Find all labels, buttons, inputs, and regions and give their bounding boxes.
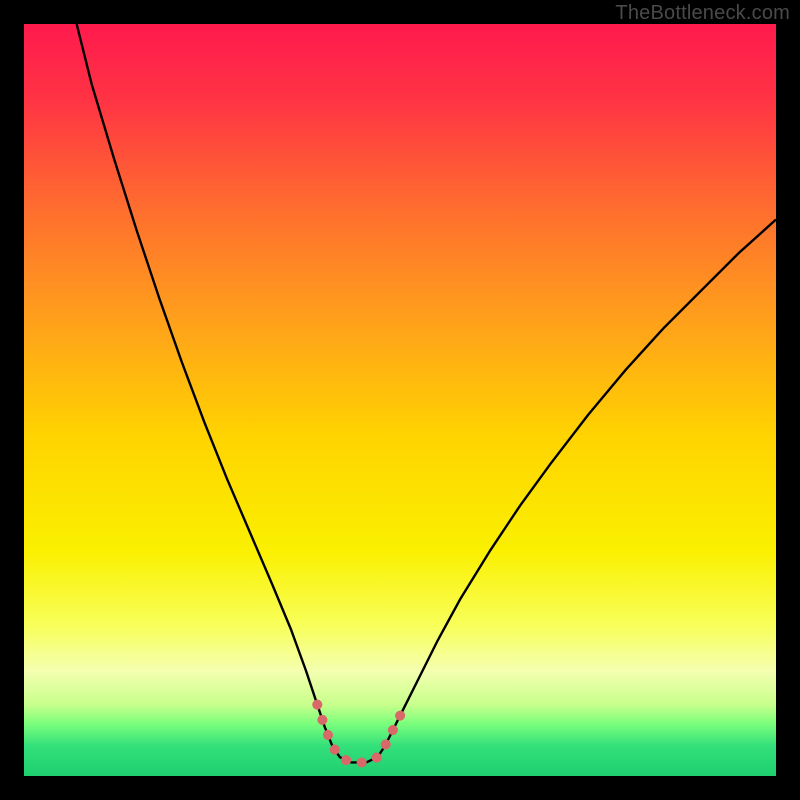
- watermark-text: TheBottleneck.com: [615, 2, 790, 25]
- chart-frame: TheBottleneck.com: [0, 0, 800, 800]
- curve-layer: [24, 24, 776, 776]
- highlight-segment: [317, 705, 403, 763]
- plot-area: [24, 24, 776, 776]
- bottleneck-curve: [77, 24, 776, 762]
